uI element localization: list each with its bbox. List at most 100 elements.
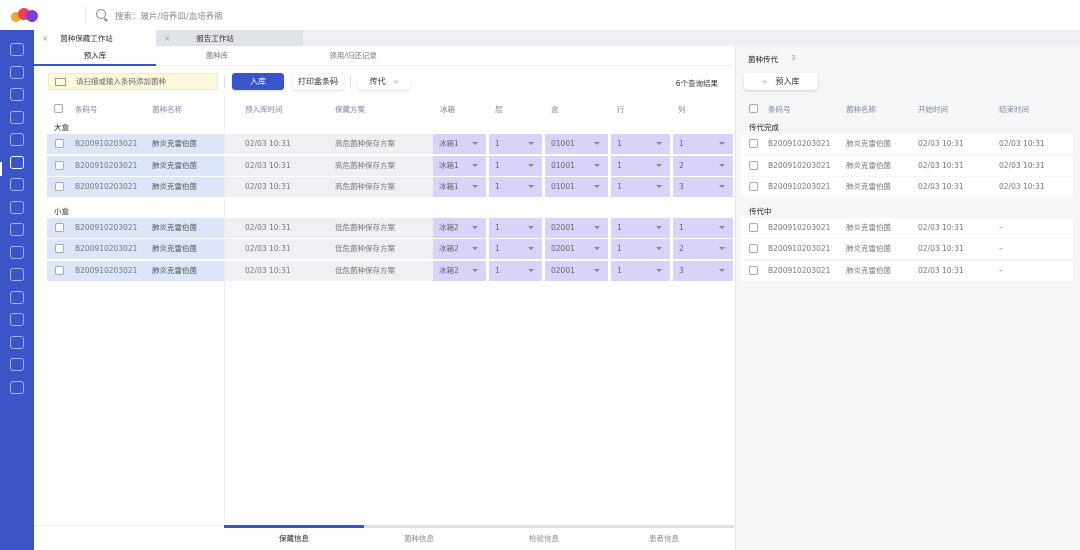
tab-patient-info[interactable]: 患者信息	[599, 533, 729, 544]
scan-input[interactable]: 请扫描或输入条码添加菌种	[48, 73, 218, 90]
select-layer[interactable]: 1	[489, 239, 542, 259]
select-row[interactable]: 1	[611, 155, 670, 176]
select-fridge[interactable]: 冰箱2	[433, 260, 486, 281]
passage-row[interactable]: B200910203021 肺炎克雷伯菌 02/03 10:31 –	[741, 260, 1073, 281]
sidebar-sample-icon[interactable]	[10, 200, 24, 214]
tab-storage-info[interactable]: 保藏信息	[224, 533, 364, 544]
select-column[interactable]: 3	[673, 260, 733, 281]
cell-storage-plan: 高危菌种保存方案	[335, 139, 395, 148]
tab-report-station[interactable]: × 报告工作站	[156, 30, 303, 46]
row-checkbox[interactable]	[749, 139, 758, 148]
select-layer[interactable]: 1	[489, 134, 542, 154]
subtab-pre-stock[interactable]: 预入库	[34, 46, 156, 66]
sidebar-reagent-icon[interactable]	[10, 178, 24, 191]
select-row[interactable]: 1	[611, 134, 670, 154]
sidebar-help-icon[interactable]	[10, 380, 24, 394]
divider	[224, 76, 225, 88]
select-fridge[interactable]: 冰箱1	[433, 177, 486, 197]
tab-strain-info[interactable]: 菌种信息	[354, 533, 484, 544]
passage-row[interactable]: B200910203021 肺炎克雷伯菌 02/03 10:31 –	[741, 239, 1073, 259]
close-icon[interactable]: ×	[42, 34, 48, 43]
close-icon[interactable]: ×	[164, 34, 170, 43]
select-box[interactable]: 02001	[545, 260, 608, 281]
select-layer[interactable]: 1	[489, 155, 542, 176]
select-column[interactable]: 3	[673, 177, 733, 197]
search-input[interactable]: 搜索：玻片/培养皿/血培养瓶	[115, 10, 223, 22]
sidebar-medical-icon[interactable]	[10, 335, 24, 349]
select-value: 冰箱2	[439, 265, 459, 275]
row-checkbox[interactable]	[55, 182, 64, 191]
table-row[interactable]: B200910203021 肺炎克雷伯菌 02/03 10:31 低危菌种保存方案 冰箱…	[47, 239, 733, 259]
group-label: 小盒	[54, 206, 69, 216]
row-checkbox[interactable]	[55, 222, 64, 232]
dropdown-arrow-icon	[472, 185, 478, 188]
table-row[interactable]: B200910203021 肺炎克雷伯菌 02/03 10:31 低危菌种保存方案 冰箱…	[47, 260, 733, 281]
sidebar-bottle-icon[interactable]	[10, 223, 24, 236]
column-header-barcode: 条码号	[75, 105, 98, 114]
subtab-strain-library[interactable]: 菌种库	[156, 46, 278, 66]
row-checkbox[interactable]	[749, 244, 758, 253]
passage-row[interactable]: B200910203021 肺炎克雷伯菌 02/03 10:31 –	[741, 217, 1073, 238]
tab-strain-storage-station[interactable]: × 菌种保藏工作站	[34, 30, 156, 46]
sidebar-report-icon[interactable]	[10, 88, 24, 101]
passage-row[interactable]: B200910203021 肺炎克雷伯菌 02/03 10:31 02/03 10:3…	[741, 155, 1073, 176]
sidebar-stats-icon[interactable]	[10, 65, 24, 79]
select-layer[interactable]: 1	[489, 260, 542, 281]
row-checkbox[interactable]	[749, 222, 758, 232]
select-box[interactable]: 02001	[545, 239, 608, 259]
select-layer[interactable]: 1	[489, 217, 542, 238]
group-label: 大盒	[54, 123, 69, 132]
select-fridge[interactable]: 冰箱2	[433, 217, 486, 238]
select-box[interactable]: 01001	[545, 177, 608, 197]
print-barcode-button[interactable]: 打印盒条码	[292, 73, 344, 90]
sidebar-monitor-icon[interactable]	[10, 358, 24, 371]
row-checkbox[interactable]	[749, 182, 758, 191]
table-row[interactable]: B200910203021 肺炎克雷伯菌 02/03 10:31 高危菌种保存方案 冰箱…	[47, 155, 733, 176]
select-fridge[interactable]: 冰箱2	[433, 239, 486, 259]
sidebar-dashboard-icon[interactable]	[10, 43, 24, 56]
passage-row[interactable]: B200910203021 肺炎克雷伯菌 02/03 10:31 02/03 10:3…	[741, 134, 1073, 154]
subtab-borrow-return[interactable]: 领用/归还记录	[278, 46, 428, 66]
table-row[interactable]: B200910203021 肺炎克雷伯菌 02/03 10:31 高危菌种保存方案 冰箱…	[47, 134, 733, 154]
back-to-pre-stock-button[interactable]: « 预入库	[744, 73, 818, 90]
select-fridge[interactable]: 冰箱1	[433, 155, 486, 176]
sidebar-brain-icon[interactable]	[10, 290, 24, 304]
select-box[interactable]: 01001	[545, 155, 608, 176]
select-box[interactable]: 01001	[545, 134, 608, 154]
select-column[interactable]: 2	[673, 239, 733, 259]
passage-row[interactable]: B200910203021 肺炎克雷伯菌 02/03 10:31 02/03 10:3…	[741, 177, 1073, 197]
select-row[interactable]: 1	[611, 260, 670, 281]
sidebar-device-icon[interactable]	[10, 245, 24, 259]
tab-test-info[interactable]: 检验信息	[479, 533, 609, 544]
sidebar-lab-icon[interactable]	[10, 133, 24, 146]
right-select-all-checkbox[interactable]	[749, 104, 758, 113]
select-layer[interactable]: 1	[489, 177, 542, 197]
select-column[interactable]: 1	[673, 134, 733, 154]
sidebar-chart-icon[interactable]	[10, 110, 24, 124]
select-column[interactable]: 1	[673, 217, 733, 238]
select-value: 冰箱1	[439, 182, 459, 191]
row-checkbox[interactable]	[55, 160, 64, 170]
stock-in-button[interactable]: 入库	[232, 73, 284, 90]
table-row[interactable]: B200910203021 肺炎克雷伯菌 02/03 10:31 高危菌种保存方案 冰箱…	[47, 177, 733, 197]
row-checkbox[interactable]	[55, 139, 64, 148]
sidebar-analysis-icon[interactable]	[10, 268, 24, 281]
divider	[85, 7, 86, 23]
row-checkbox[interactable]	[55, 265, 64, 275]
search-icon[interactable]	[96, 9, 106, 19]
select-value: 3	[679, 265, 684, 275]
row-checkbox[interactable]	[749, 265, 758, 275]
select-row[interactable]: 1	[611, 239, 670, 259]
select-column[interactable]: 2	[673, 155, 733, 176]
select-all-checkbox[interactable]	[54, 104, 63, 113]
select-fridge[interactable]: 冰箱1	[433, 134, 486, 154]
passage-button[interactable]: 传代 »	[358, 73, 410, 90]
row-checkbox[interactable]	[749, 160, 758, 170]
select-row[interactable]: 1	[611, 177, 670, 197]
table-row[interactable]: B200910203021 肺炎克雷伯菌 02/03 10:31 低危菌种保存方案 冰箱…	[47, 217, 733, 238]
row-checkbox[interactable]	[55, 244, 64, 253]
select-row[interactable]: 1	[611, 217, 670, 238]
sidebar-message-icon[interactable]	[10, 313, 24, 326]
select-box[interactable]: 02001	[545, 217, 608, 238]
sidebar-strain-storage-icon[interactable]	[10, 155, 24, 169]
